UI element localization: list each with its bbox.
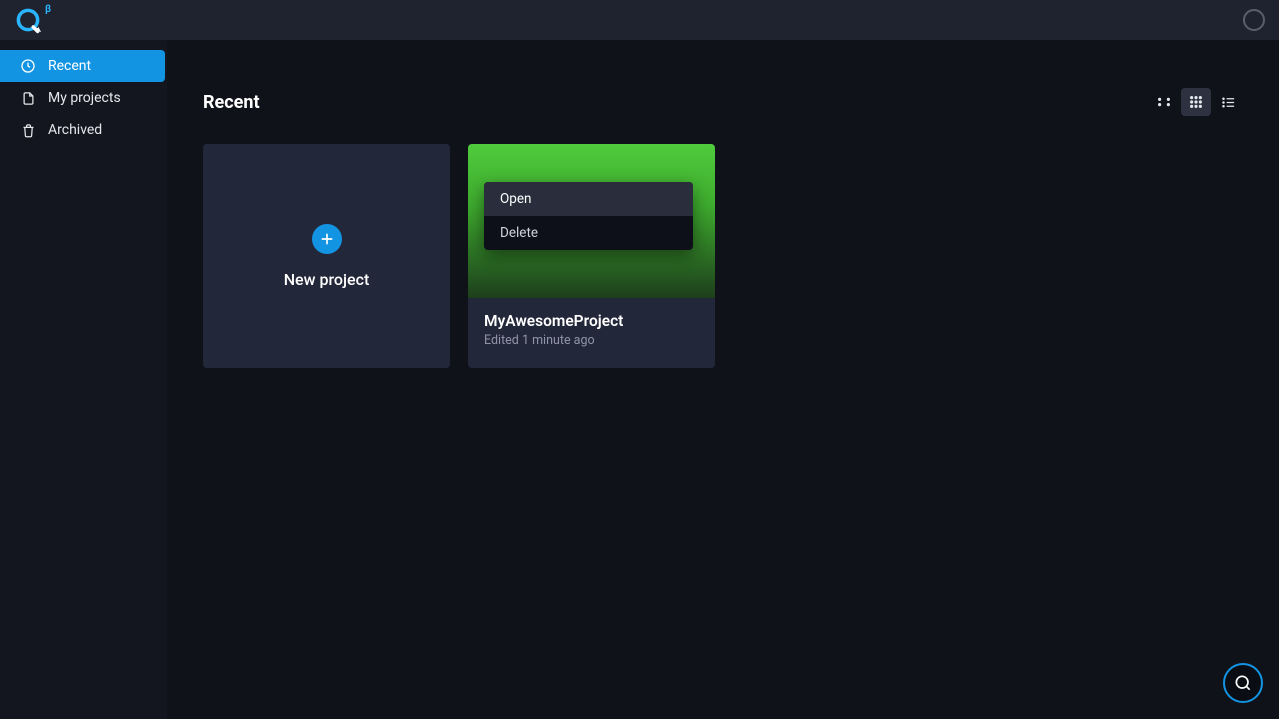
beta-badge: β xyxy=(45,4,51,15)
sidebar-item-label: My projects xyxy=(48,90,121,106)
help-button[interactable] xyxy=(1223,663,1263,703)
project-thumbnail: Open Delete xyxy=(468,144,715,298)
file-icon xyxy=(20,90,36,106)
sidebar: Recent My projects Archived xyxy=(0,40,167,719)
app-logo[interactable]: β xyxy=(14,6,51,34)
context-item-open[interactable]: Open xyxy=(484,182,693,216)
view-small-grid-button[interactable] xyxy=(1149,88,1179,116)
sidebar-item-archived[interactable]: Archived xyxy=(0,114,167,146)
sidebar-item-label: Recent xyxy=(48,58,91,74)
view-list-button[interactable] xyxy=(1213,88,1243,116)
sidebar-item-label: Archived xyxy=(48,122,102,138)
view-grid-button[interactable] xyxy=(1181,88,1211,116)
project-card[interactable]: Open Delete MyAwesomeProject Edited 1 mi… xyxy=(468,144,715,368)
context-item-delete[interactable]: Delete xyxy=(484,216,693,250)
logo-icon xyxy=(14,6,42,34)
project-meta: MyAwesomeProject Edited 1 minute ago xyxy=(468,298,715,348)
project-name: MyAwesomeProject xyxy=(484,312,699,330)
new-project-label: New project xyxy=(284,270,370,289)
top-bar: β xyxy=(0,0,1279,40)
trash-icon xyxy=(20,122,36,138)
chat-icon xyxy=(1233,673,1253,693)
project-context-menu: Open Delete xyxy=(484,182,693,250)
sidebar-item-recent[interactable]: Recent xyxy=(0,50,165,82)
sidebar-item-my-projects[interactable]: My projects xyxy=(0,82,167,114)
project-grid: New project Open Delete MyAwesomeProject… xyxy=(203,144,1243,368)
project-edited: Edited 1 minute ago xyxy=(484,333,699,348)
view-toggle xyxy=(1149,88,1243,116)
user-avatar[interactable] xyxy=(1243,9,1265,31)
plus-icon xyxy=(312,224,342,254)
page-title: Recent xyxy=(203,92,260,113)
clock-icon xyxy=(20,58,36,74)
main-content: Recent xyxy=(167,40,1279,719)
new-project-card[interactable]: New project xyxy=(203,144,450,368)
